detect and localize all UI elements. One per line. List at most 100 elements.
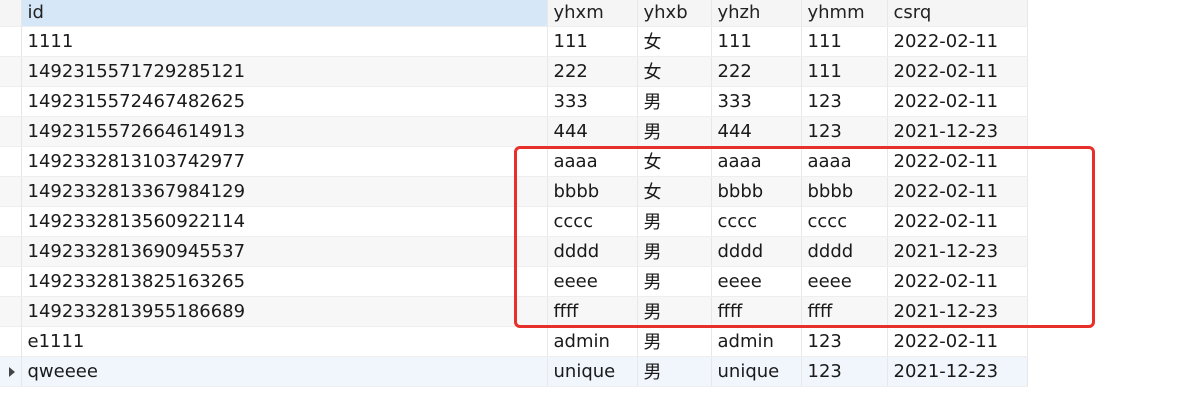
cell-yhmm[interactable]: aaaa: [801, 146, 888, 177]
cell-yhxm[interactable]: dddd: [547, 236, 638, 267]
cell-yhxb[interactable]: 男: [637, 266, 712, 297]
cell-yhxb[interactable]: 男: [637, 116, 712, 147]
cell-id[interactable]: 1492332813690945537: [21, 236, 548, 267]
row-gutter[interactable]: [0, 146, 22, 177]
cell-yhxm[interactable]: unique: [547, 356, 638, 387]
cell-yhzh[interactable]: aaaa: [711, 146, 802, 177]
row-gutter[interactable]: [0, 236, 22, 267]
column-header-csrq[interactable]: csrq: [887, 0, 1028, 27]
cell-yhxb[interactable]: 男: [637, 236, 712, 267]
row-gutter[interactable]: [0, 26, 22, 57]
row-gutter[interactable]: [0, 86, 22, 117]
cell-yhmm[interactable]: bbbb: [801, 176, 888, 207]
cell-yhxb[interactable]: 男: [637, 86, 712, 117]
cell-yhxm[interactable]: admin: [547, 326, 638, 357]
cell-csrq[interactable]: 2022-02-11: [887, 56, 1028, 87]
column-header-yhxm[interactable]: yhxm: [547, 0, 638, 27]
cell-yhzh[interactable]: 333: [711, 86, 802, 117]
cell-csrq[interactable]: 2022-02-11: [887, 326, 1028, 357]
cell-csrq[interactable]: 2022-02-11: [887, 206, 1028, 237]
cell-yhmm[interactable]: 111: [801, 26, 888, 57]
cell-yhmm[interactable]: ffff: [801, 296, 888, 327]
cell-yhxb[interactable]: 女: [637, 146, 712, 177]
row-gutter[interactable]: [0, 56, 22, 87]
cell-yhmm[interactable]: eeee: [801, 266, 888, 297]
cell-id[interactable]: 1492332813367984129: [21, 176, 548, 207]
cell-yhzh[interactable]: bbbb: [711, 176, 802, 207]
cell-id[interactable]: 1492315572467482625: [21, 86, 548, 117]
cell-id[interactable]: qweeee: [21, 356, 548, 387]
cell-yhxb[interactable]: 男: [637, 296, 712, 327]
cell-id[interactable]: 1111: [21, 26, 548, 57]
cell-yhxm[interactable]: 222: [547, 56, 638, 87]
row-gutter[interactable]: [0, 326, 22, 357]
cell-yhzh[interactable]: eeee: [711, 266, 802, 297]
cell-yhzh[interactable]: admin: [711, 326, 802, 357]
cell-yhmm[interactable]: cccc: [801, 206, 888, 237]
cell-csrq[interactable]: 2021-12-23: [887, 236, 1028, 267]
table-row[interactable]: 1492315571729285121 222 女 222 111 2022-02-11: [0, 56, 1028, 87]
cell-id[interactable]: 1492315572664614913: [21, 116, 548, 147]
column-header-id[interactable]: id: [21, 0, 548, 27]
table-row[interactable]: e1111 admin 男 admin 123 2022-02-11: [0, 326, 1028, 357]
row-gutter[interactable]: [0, 116, 22, 147]
row-gutter[interactable]: [0, 176, 22, 207]
table-row[interactable]: 1492315572467482625 333 男 333 123 2022-02-11: [0, 86, 1028, 117]
table-row[interactable]: 1492332813955186689 ffff 男 ffff ffff 2021-12-…: [0, 296, 1028, 327]
cell-yhxm[interactable]: bbbb: [547, 176, 638, 207]
cell-id[interactable]: 1492332813560922114: [21, 206, 548, 237]
cell-yhmm[interactable]: dddd: [801, 236, 888, 267]
cell-yhxm[interactable]: eeee: [547, 266, 638, 297]
table-row[interactable]: 1492332813825163265 eeee 男 eeee eeee 2022-02-…: [0, 266, 1028, 297]
cell-csrq[interactable]: 2022-02-11: [887, 86, 1028, 117]
cell-csrq[interactable]: 2022-02-11: [887, 146, 1028, 177]
cell-yhxb[interactable]: 男: [637, 206, 712, 237]
table-row[interactable]: 1492332813103742977 aaaa 女 aaaa aaaa 2022-02-…: [0, 146, 1028, 177]
cell-yhxb[interactable]: 男: [637, 326, 712, 357]
table-row[interactable]: 1492315572664614913 444 男 444 123 2021-12-23: [0, 116, 1028, 147]
table-row[interactable]: qweeee unique 男 unique 123 2021-12-23: [0, 356, 1028, 387]
cell-yhzh[interactable]: unique: [711, 356, 802, 387]
cell-yhzh[interactable]: dddd: [711, 236, 802, 267]
cell-csrq[interactable]: 2022-02-11: [887, 266, 1028, 297]
cell-yhxm[interactable]: cccc: [547, 206, 638, 237]
cell-yhmm[interactable]: 123: [801, 86, 888, 117]
cell-yhzh[interactable]: 111: [711, 26, 802, 57]
cell-yhmm[interactable]: 123: [801, 116, 888, 147]
cell-csrq[interactable]: 2021-12-23: [887, 356, 1028, 387]
cell-yhmm[interactable]: 123: [801, 326, 888, 357]
table-row[interactable]: 1492332813690945537 dddd 男 dddd dddd 2021-12-…: [0, 236, 1028, 267]
cell-csrq[interactable]: 2021-12-23: [887, 116, 1028, 147]
cell-yhzh[interactable]: 222: [711, 56, 802, 87]
cell-yhxm[interactable]: 444: [547, 116, 638, 147]
row-gutter[interactable]: [0, 266, 22, 297]
table-row[interactable]: 1111 111 女 111 111 2022-02-11: [0, 26, 1028, 57]
row-gutter[interactable]: [0, 356, 22, 387]
cell-id[interactable]: 1492332813825163265: [21, 266, 548, 297]
column-header-yhzh[interactable]: yhzh: [711, 0, 802, 27]
cell-yhzh[interactable]: ffff: [711, 296, 802, 327]
cell-csrq[interactable]: 2022-02-11: [887, 176, 1028, 207]
column-header-yhxb[interactable]: yhxb: [637, 0, 712, 27]
cell-yhzh[interactable]: cccc: [711, 206, 802, 237]
cell-yhxb[interactable]: 女: [637, 56, 712, 87]
table-row[interactable]: 1492332813560922114 cccc 男 cccc cccc 2022-02-…: [0, 206, 1028, 237]
row-gutter[interactable]: [0, 206, 22, 237]
cell-yhxb[interactable]: 男: [637, 356, 712, 387]
cell-yhxm[interactable]: 333: [547, 86, 638, 117]
cell-csrq[interactable]: 2021-12-23: [887, 296, 1028, 327]
cell-yhxb[interactable]: 女: [637, 26, 712, 57]
cell-csrq[interactable]: 2022-02-11: [887, 26, 1028, 57]
cell-yhxm[interactable]: ffff: [547, 296, 638, 327]
cell-id[interactable]: e1111: [21, 326, 548, 357]
cell-id[interactable]: 1492315571729285121: [21, 56, 548, 87]
cell-yhmm[interactable]: 111: [801, 56, 888, 87]
column-header-yhmm[interactable]: yhmm: [801, 0, 888, 27]
cell-yhxm[interactable]: 111: [547, 26, 638, 57]
cell-yhzh[interactable]: 444: [711, 116, 802, 147]
cell-id[interactable]: 1492332813955186689: [21, 296, 548, 327]
cell-id[interactable]: 1492332813103742977: [21, 146, 548, 177]
cell-yhxb[interactable]: 女: [637, 176, 712, 207]
cell-yhxm[interactable]: aaaa: [547, 146, 638, 177]
cell-yhmm[interactable]: 123: [801, 356, 888, 387]
